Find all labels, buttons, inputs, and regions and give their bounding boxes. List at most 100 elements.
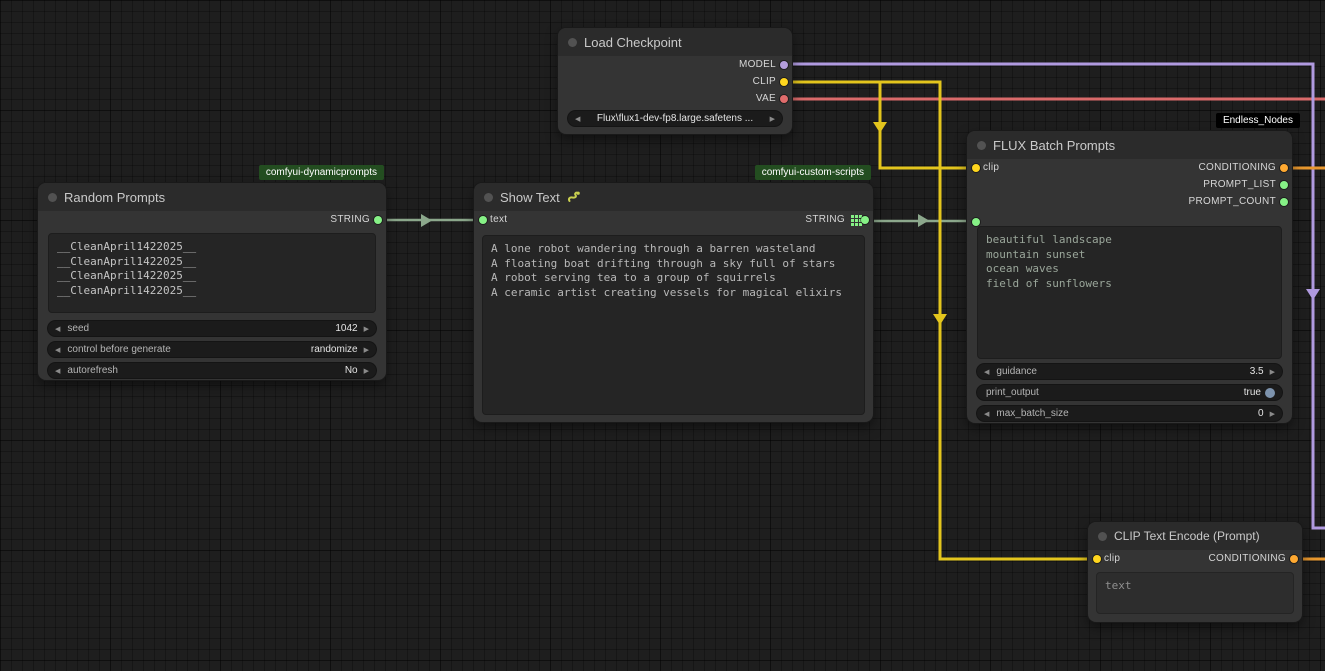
node-graph-canvas[interactable]: Load Checkpoint MODEL CLIP VAE ◀ Flux\fl… — [0, 0, 1325, 671]
node-source-badge: comfyui-dynamicprompts — [259, 165, 384, 180]
output-row-clip: CLIP — [558, 73, 792, 90]
input-slot-clip[interactable] — [1093, 555, 1101, 563]
wire-clip-1-arrow-icon — [873, 122, 887, 133]
wire-string-1-arrow-icon — [421, 214, 432, 227]
collapse-dot-icon[interactable] — [568, 38, 577, 47]
widget-value: No — [345, 365, 358, 376]
node-clip-text-encode[interactable]: CLIP Text Encode (Prompt) clip CONDITION… — [1088, 522, 1302, 622]
widget-label: autorefresh — [67, 365, 337, 376]
random-prompts-title-bar[interactable]: Random Prompts — [38, 183, 386, 211]
input-slot-clip[interactable] — [972, 164, 980, 172]
output-row-model: MODEL — [558, 56, 792, 73]
output-slot-label: STRING — [805, 214, 845, 225]
node-title: Random Prompts — [64, 190, 165, 205]
decrement-icon[interactable]: ◀ — [984, 368, 989, 376]
output-slot-clip[interactable] — [780, 78, 788, 86]
output-row-prompt-count: PROMPT_COUNT — [967, 193, 1292, 210]
node-random-prompts[interactable]: comfyui-dynamicprompts Random Prompts ST… — [38, 183, 386, 380]
wire-model-arrow-icon — [1306, 289, 1320, 300]
collapse-dot-icon[interactable] — [48, 193, 57, 202]
collapse-dot-icon[interactable] — [484, 193, 493, 202]
output-slot-vae[interactable] — [780, 95, 788, 103]
input-slot-prompts[interactable] — [972, 218, 980, 226]
print-output-widget[interactable]: print_output true — [977, 385, 1282, 400]
widget-label: guidance — [996, 366, 1242, 377]
increment-icon[interactable]: ▶ — [1270, 368, 1275, 376]
flux-batch-title-bar[interactable]: FLUX Batch Prompts — [967, 131, 1292, 159]
input-slot-label: clip — [1104, 553, 1120, 564]
node-title: Load Checkpoint — [584, 35, 682, 50]
widget-value: 1042 — [335, 323, 357, 334]
prompt-text-area[interactable]: text — [1096, 572, 1294, 614]
wire-clip-2-arrow-icon — [933, 314, 947, 325]
widget-value: 3.5 — [1250, 366, 1264, 377]
max-batch-size-widget[interactable]: ◀ max_batch_size 0 ▶ — [977, 406, 1282, 421]
increment-icon[interactable]: ▶ — [364, 325, 369, 333]
output-slot-conditioning[interactable] — [1280, 164, 1288, 172]
decrement-icon[interactable]: ◀ — [55, 346, 60, 354]
slot-label: PROMPT_LIST — [1203, 179, 1276, 190]
node-title: Show Text — [500, 190, 560, 205]
autorefresh-widget[interactable]: ◀ autorefresh No ▶ — [48, 363, 376, 378]
widget-value: randomize — [311, 344, 358, 355]
node-show-text[interactable]: comfyui-custom-scripts Show Text text ST… — [474, 183, 873, 422]
load-checkpoint-title-bar[interactable]: Load Checkpoint — [558, 28, 792, 56]
collapse-dot-icon[interactable] — [1098, 532, 1107, 541]
output-row-vae: VAE — [558, 90, 792, 107]
output-slot-conditioning[interactable] — [1290, 555, 1298, 563]
io-row: text STRING — [474, 211, 873, 228]
node-source-badge: Endless_Nodes — [1216, 113, 1300, 128]
seed-widget[interactable]: ◀ seed 1042 ▶ — [48, 321, 376, 336]
io-row-clip-conditioning: clip CONDITIONING — [967, 159, 1292, 176]
output-slot-string[interactable] — [861, 216, 869, 224]
output-slot-string[interactable] — [374, 216, 382, 224]
shown-text-area[interactable]: A lone robot wandering through a barren … — [482, 235, 865, 415]
slot-label: PROMPT_COUNT — [1189, 196, 1277, 207]
node-title: FLUX Batch Prompts — [993, 138, 1115, 153]
node-load-checkpoint[interactable]: Load Checkpoint MODEL CLIP VAE ◀ Flux\fl… — [558, 28, 792, 134]
prompt-text-area[interactable]: __CleanApril1422025__ __CleanApril142202… — [48, 233, 376, 313]
control-before-generate-widget[interactable]: ◀ control before generate randomize ▶ — [48, 342, 376, 357]
collapse-dot-icon[interactable] — [977, 141, 986, 150]
slot-label: VAE — [756, 93, 776, 104]
next-value-icon[interactable]: ▶ — [770, 115, 775, 123]
increment-icon[interactable]: ▶ — [1270, 410, 1275, 418]
decrement-icon[interactable]: ◀ — [984, 410, 989, 418]
widget-label: max_batch_size — [996, 408, 1251, 419]
increment-icon[interactable]: ▶ — [364, 367, 369, 375]
input-slot-label: text — [490, 214, 507, 225]
widget-label: print_output — [986, 387, 1237, 398]
slot-label: MODEL — [739, 59, 776, 70]
ckpt-name-widget[interactable]: ◀ Flux\flux1-dev-fp8.large.safetens ... … — [568, 111, 782, 126]
clip-text-encode-title-bar[interactable]: CLIP Text Encode (Prompt) — [1088, 522, 1302, 550]
ckpt-name-value: Flux\flux1-dev-fp8.large.safetens ... — [584, 113, 765, 124]
wire-string-2-arrow-icon — [918, 214, 929, 227]
input-slot-text[interactable] — [479, 216, 487, 224]
slot-label: STRING — [330, 214, 370, 225]
snake-icon — [567, 190, 581, 204]
output-slot-prompt-list[interactable] — [1280, 181, 1288, 189]
widget-label: seed — [67, 323, 328, 334]
widget-value: true — [1244, 387, 1261, 398]
widget-label: control before generate — [67, 344, 304, 355]
output-row-prompt-list: PROMPT_LIST — [967, 176, 1292, 193]
output-slot-model[interactable] — [780, 61, 788, 69]
node-source-badge: comfyui-custom-scripts — [755, 165, 871, 180]
slot-label: CLIP — [753, 76, 776, 87]
grid-icon — [851, 215, 854, 218]
prev-value-icon[interactable]: ◀ — [575, 115, 580, 123]
guidance-widget[interactable]: ◀ guidance 3.5 ▶ — [977, 364, 1282, 379]
node-title: CLIP Text Encode (Prompt) — [1114, 529, 1260, 543]
batch-prompts-text-area[interactable]: beautiful landscape mountain sunset ocea… — [977, 226, 1282, 359]
decrement-icon[interactable]: ◀ — [55, 367, 60, 375]
increment-icon[interactable]: ▶ — [364, 346, 369, 354]
toggle-icon[interactable] — [1265, 388, 1275, 398]
io-row-clip-conditioning: clip CONDITIONING — [1088, 550, 1302, 567]
input-slot-label: clip — [983, 162, 999, 173]
output-slot-label: CONDITIONING — [1199, 162, 1277, 173]
output-slot-label: CONDITIONING — [1209, 553, 1287, 564]
decrement-icon[interactable]: ◀ — [55, 325, 60, 333]
output-slot-prompt-count[interactable] — [1280, 198, 1288, 206]
show-text-title-bar[interactable]: Show Text — [474, 183, 873, 211]
node-flux-batch-prompts[interactable]: Endless_Nodes FLUX Batch Prompts clip CO… — [967, 131, 1292, 423]
